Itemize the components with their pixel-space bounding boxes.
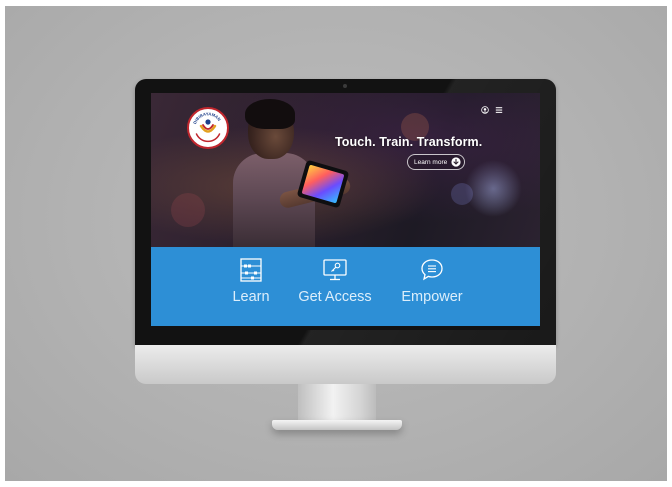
screen-bottom-border bbox=[151, 326, 540, 330]
svg-text:DIBIBAYAMAN: DIBIBAYAMAN bbox=[192, 111, 222, 125]
website-screen: DIBIBAYAMAN Touch. Train. Transform. Lea… bbox=[151, 93, 540, 326]
bokeh-light bbox=[451, 183, 473, 205]
chat-bubble-icon bbox=[421, 259, 443, 281]
monitor-stand-base bbox=[272, 420, 402, 430]
feature-learn-label: Learn bbox=[232, 289, 270, 305]
learn-more-button[interactable]: Learn more bbox=[407, 154, 466, 170]
globe-icon[interactable] bbox=[481, 106, 489, 114]
arrow-down-circle-icon bbox=[451, 157, 461, 167]
site-logo[interactable]: DIBIBAYAMAN bbox=[187, 107, 229, 149]
feature-empower[interactable]: Empower bbox=[399, 257, 465, 305]
camera-dot bbox=[343, 84, 347, 88]
monitor-chin bbox=[135, 345, 556, 384]
abacus-icon bbox=[240, 258, 262, 282]
hero-photo-child-hair bbox=[245, 99, 295, 129]
logo-text: DIBIBAYAMAN bbox=[192, 111, 222, 125]
feature-empower-label: Empower bbox=[401, 289, 463, 305]
learn-more-label: Learn more bbox=[414, 158, 448, 166]
monitor-stand bbox=[298, 384, 376, 422]
tablet-screen bbox=[301, 164, 345, 204]
feature-get-access-label: Get Access bbox=[298, 289, 372, 305]
feature-get-access[interactable]: Get Access bbox=[295, 257, 375, 305]
hero-headline: Touch. Train. Transform. bbox=[335, 135, 483, 149]
hero-banner: DIBIBAYAMAN Touch. Train. Transform. Lea… bbox=[151, 93, 540, 247]
feature-learn[interactable]: Learn bbox=[231, 257, 271, 305]
header-icons bbox=[481, 106, 503, 114]
logo-ring-text: DIBIBAYAMAN bbox=[192, 111, 222, 143]
monitor-key-icon bbox=[323, 259, 347, 281]
feature-strip: Learn Get Access Empower bbox=[151, 247, 540, 326]
bokeh-light bbox=[171, 193, 205, 227]
menu-icon[interactable] bbox=[495, 106, 503, 114]
